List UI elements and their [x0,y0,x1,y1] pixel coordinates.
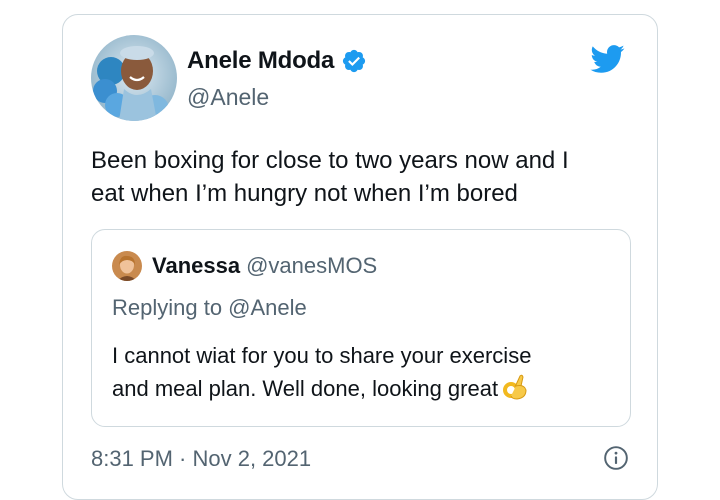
quoted-author-name[interactable]: Vanessa [152,253,240,278]
tweet-timestamp[interactable]: 8:31 PM · Nov 2, 2021 [91,445,311,473]
replying-to-text: Replying to @Anele [112,295,307,320]
quoted-author-handle[interactable]: @vanesMOS [246,253,377,278]
verified-badge-icon [343,49,366,73]
quoted-tweet-text: I cannot wiat for you to share your exer… [112,343,532,401]
quoted-author-avatar[interactable] [112,251,142,281]
ok-hand-emoji-icon [503,374,527,400]
quoted-tweet-body: I cannot wiat for you to share your exer… [112,339,612,405]
author-handle[interactable]: @Anele [187,83,269,111]
twitter-bird-icon[interactable] [587,41,627,77]
tweet-text: Been boxing for close to two years now a… [91,147,569,207]
author-avatar[interactable] [91,35,177,121]
info-icon[interactable] [603,445,629,471]
tweet-card[interactable]: Anele Mdoda @Anele Been boxing for close… [62,14,658,500]
quoted-tweet[interactable]: Vanessa @vanesMOS Replying to @Anele I ca… [91,229,631,427]
author-name[interactable]: Anele Mdoda [187,47,334,75]
